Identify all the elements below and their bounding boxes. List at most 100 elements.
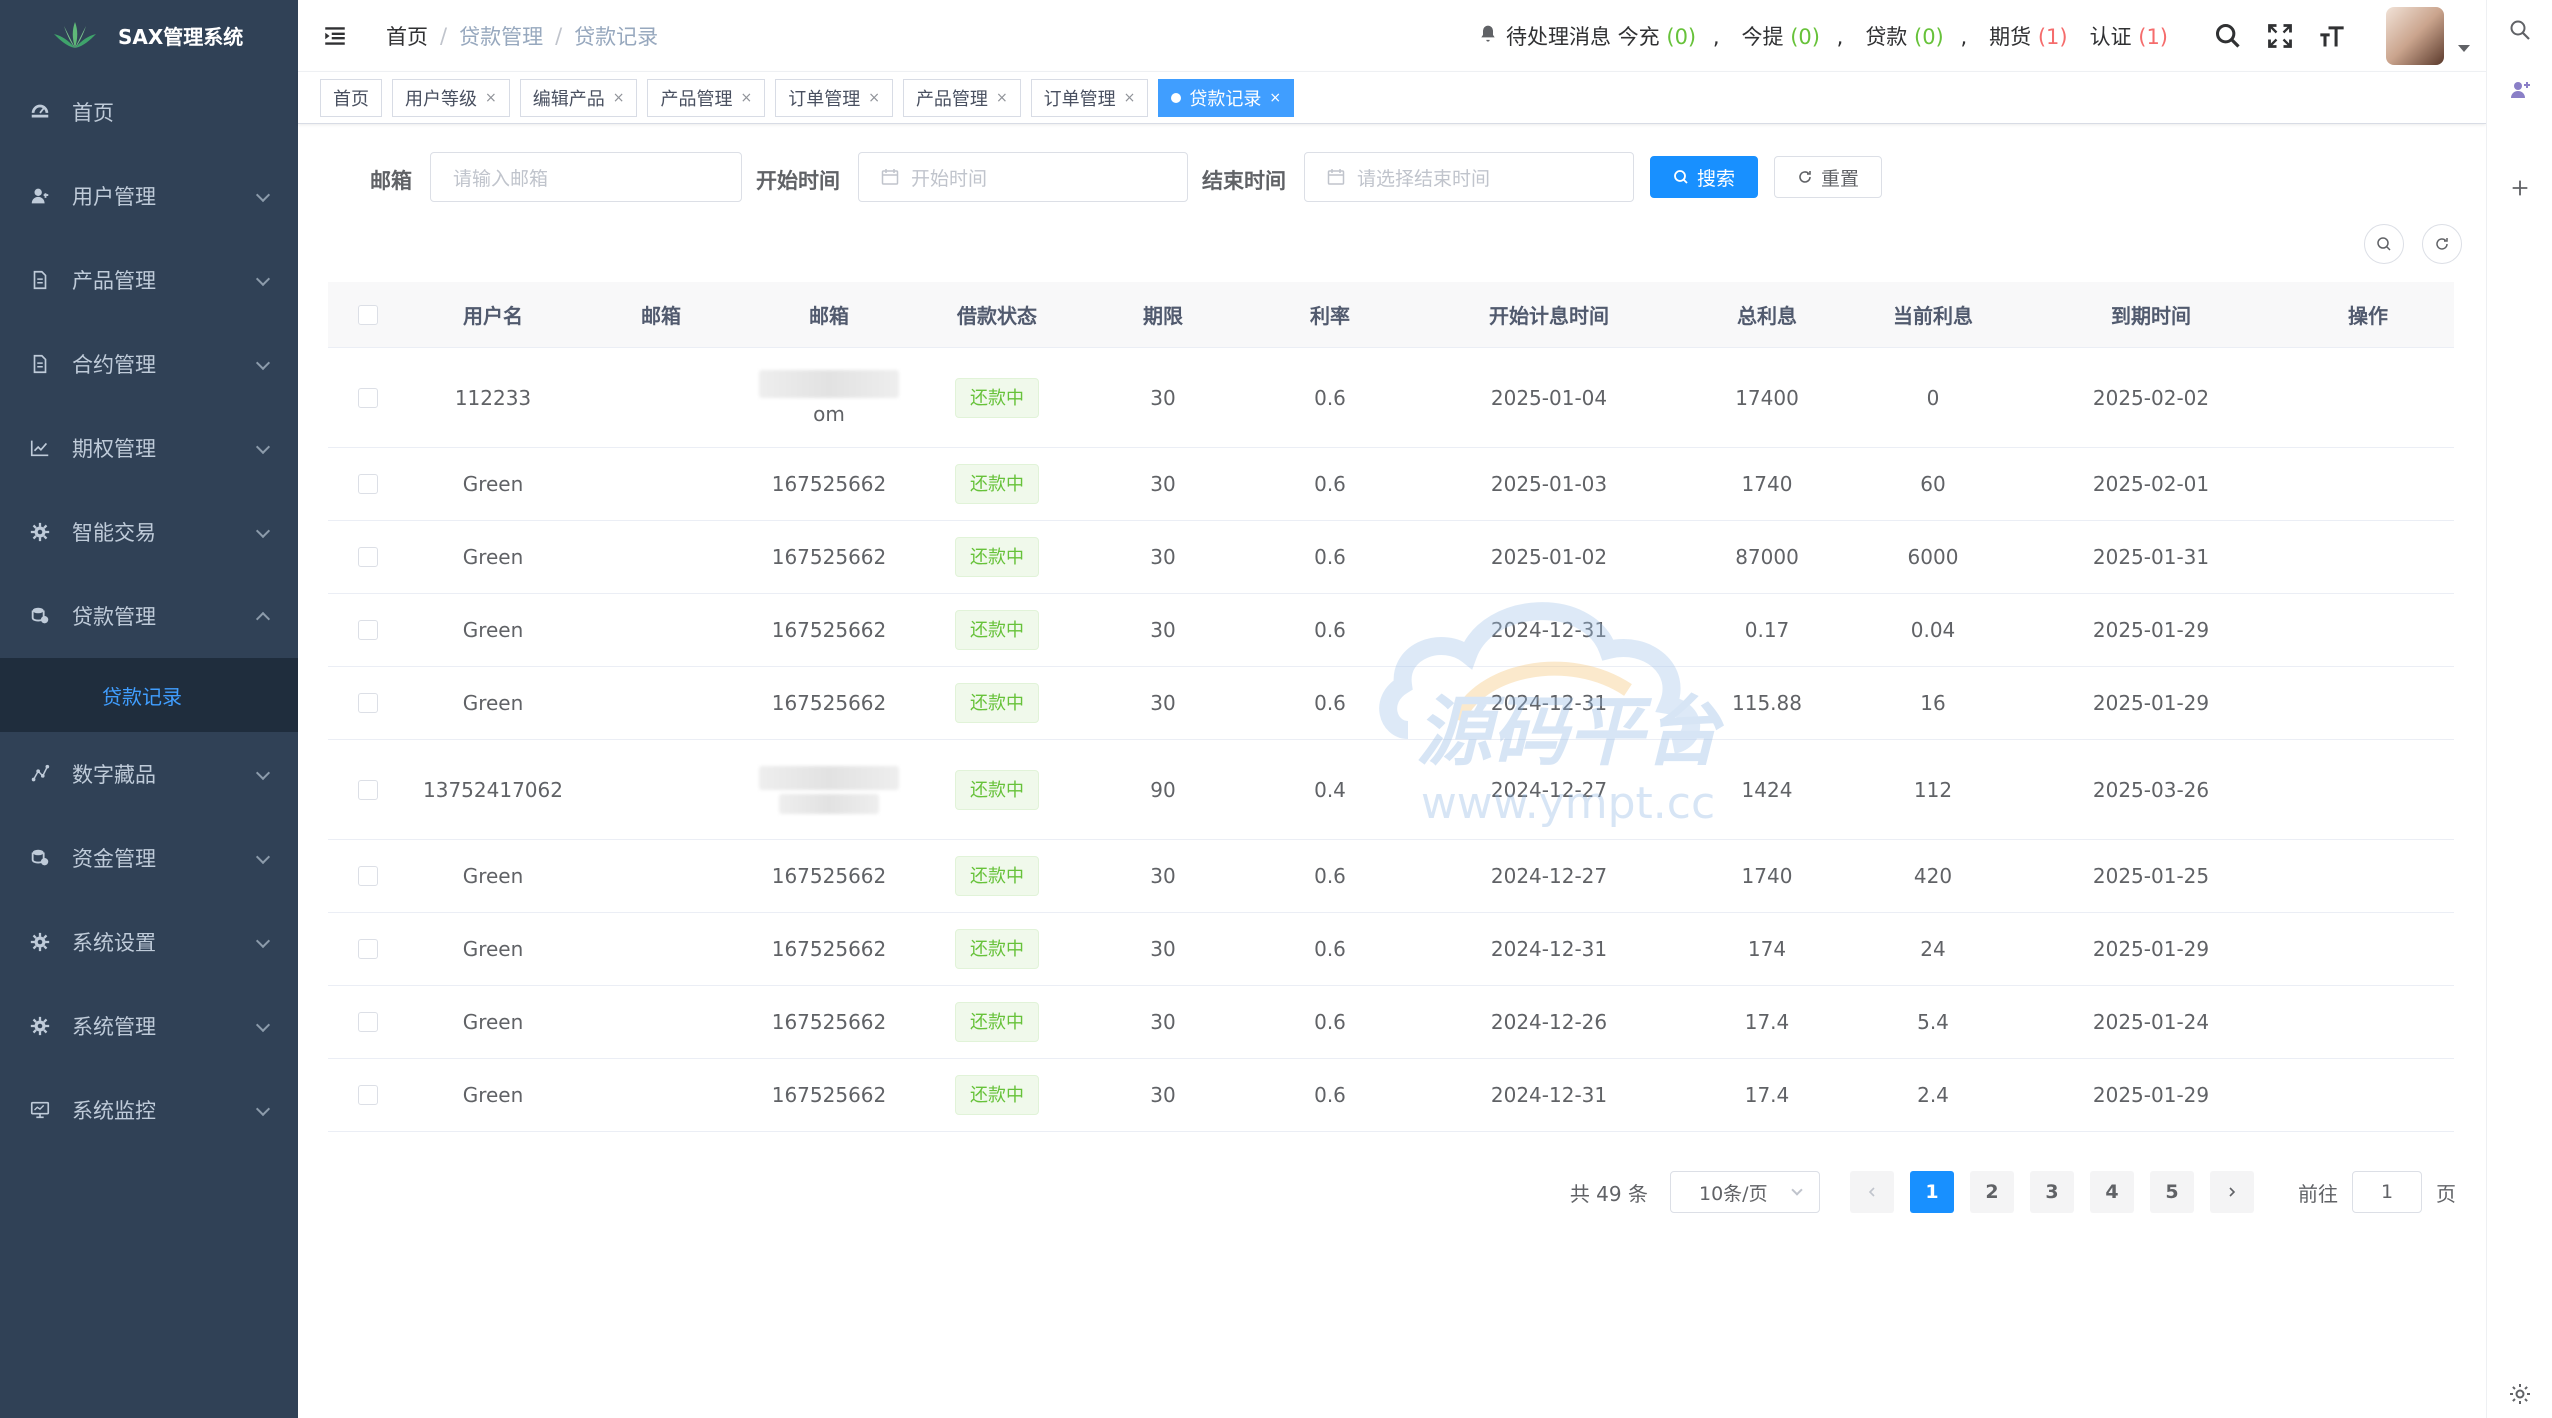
tag-5[interactable]: 产品管理 × [902,78,1021,117]
goto-page-input[interactable]: 1 [2352,1171,2422,1213]
active-dot [1171,92,1182,103]
sidebar-item[interactable]: 系统设置 [0,900,298,984]
start-time-input[interactable]: 开始时间 [858,152,1188,202]
end-time-cell: 2025-01-29 [2092,691,2210,715]
logo[interactable]: SAX管理系统 [0,0,298,70]
sidebar-item[interactable]: 合约管理 [0,322,298,406]
email-cell-text: 167525662 [771,472,887,496]
chevron-left-icon [1868,1187,1875,1197]
tag-0[interactable]: 首页 [320,78,382,117]
chevron-down-icon [255,849,271,865]
row-checkbox[interactable] [358,1012,378,1032]
term-cell: 30 [1150,1083,1176,1107]
tag-7[interactable]: 贷款记录 × [1158,78,1295,117]
font-size-icon[interactable] [2316,20,2348,52]
page-size-select[interactable]: 10条/页 [1670,1171,1820,1213]
next-page-button[interactable] [2210,1171,2254,1213]
row-checkbox[interactable] [358,693,378,713]
current-interest-cell: 0 [1926,385,1940,410]
page-button[interactable]: 5 [2150,1171,2194,1213]
message-counter[interactable]: 待处理消息 今充 (0) , [1506,21,1720,51]
tag-4[interactable]: 订单管理 × [775,78,893,117]
start-time-placeholder: 开始时间 [911,167,988,190]
end-time-input[interactable]: 请选择结束时间 [1304,152,1634,202]
user-add-icon[interactable] [2506,76,2534,104]
search-icon[interactable] [2506,16,2534,44]
main-area: 首页 / 贷款管理 / 贷款记录 待处理消息 今充 (0) , 今提 (0) ,贷… [298,0,2486,1418]
tag-2[interactable]: 编辑产品 × [519,78,638,117]
message-counter[interactable]: 认证 (1) [2090,21,2168,51]
prev-page-button[interactable] [1850,1171,1894,1213]
select-all-checkbox[interactable] [358,304,378,325]
row-checkbox[interactable] [358,620,378,640]
close-icon[interactable]: × [996,90,1008,106]
rate-cell: 0.4 [1314,777,1346,802]
monitor-icon [28,1098,52,1122]
row-checkbox[interactable] [358,939,378,959]
chevron-down-icon [255,765,271,781]
page-button[interactable]: 4 [2090,1171,2134,1213]
tag-label: 首页 [333,88,369,110]
breadcrumb-loan-management[interactable]: 贷款管理 [459,21,543,51]
search-icon [1674,170,1688,184]
close-icon[interactable]: × [613,90,625,106]
row-checkbox[interactable] [358,779,378,800]
search-button[interactable]: 搜索 [1650,156,1758,198]
close-icon[interactable]: × [868,90,880,106]
search-icon[interactable] [2212,20,2244,52]
sidebar-item[interactable]: 产品管理 [0,238,298,322]
tag-1[interactable]: 用户等级 × [392,78,510,117]
page-button[interactable]: 2 [1970,1171,2014,1213]
toggle-search-button[interactable] [2364,224,2404,264]
sidebar-item[interactable]: 首页 [0,70,298,154]
total-count: 共 49 条 [1569,1181,1648,1206]
rate-cell: 0.6 [1314,472,1346,496]
row-checkbox[interactable] [358,866,378,886]
page-button[interactable]: 3 [2030,1171,2074,1213]
status-cell: 还款中 [914,537,1080,577]
row-checkbox[interactable] [358,1085,378,1105]
tag-3[interactable]: 产品管理 × [647,78,766,117]
masked-email [759,765,899,790]
email-cell-text: 167525662 [771,864,887,888]
sidebar-subitem-loan-records[interactable]: 贷款记录 [0,658,298,732]
page-button[interactable]: 1 [1910,1171,1954,1213]
sidebar-item[interactable]: 智能交易 [0,490,298,574]
sidebar-item-label: 贷款管理 [72,605,156,629]
sidebar-item[interactable]: 贷款管理 [0,574,298,658]
reset-button[interactable]: 重置 [1774,156,1882,198]
email-input[interactable]: 请输入邮箱 [430,152,742,202]
close-icon[interactable]: × [1124,90,1136,106]
avatar[interactable] [2386,7,2444,65]
close-icon[interactable]: × [485,90,497,106]
fullscreen-icon[interactable] [2264,20,2296,52]
hamburger-icon[interactable] [320,21,350,51]
row-checkbox[interactable] [358,387,378,408]
term-cell: 30 [1150,937,1176,961]
chevron-right-icon [2229,1187,2236,1197]
document-icon [28,352,52,376]
message-counter[interactable]: 今提 (0) , [1742,21,1844,51]
breadcrumb-home[interactable]: 首页 [386,21,428,51]
sidebar-item[interactable]: 期权管理 [0,406,298,490]
pending-messages[interactable]: 待处理消息 今充 (0) , 今提 (0) , 贷款 (0) , 期货 (1) 认证 (… [1478,21,2168,51]
message-counter[interactable]: 贷款 (0) , [1865,21,1967,51]
row-checkbox[interactable] [358,474,378,494]
row-checkbox[interactable] [358,547,378,567]
column-header: 用户名 [463,304,523,328]
close-icon[interactable]: × [1269,90,1281,106]
refresh-button[interactable] [2422,224,2462,264]
sidebar-item[interactable]: 资金管理 [0,816,298,900]
caret-down-icon[interactable] [2458,44,2470,52]
table-body: 112233 om 还款中 30 0.6 2025-01-04 17400 0 2025-02-… [328,348,2454,1132]
plus-icon[interactable] [2506,174,2534,202]
gear-icon[interactable] [2506,1380,2534,1408]
sidebar-item[interactable]: 系统监控 [0,1068,298,1152]
sidebar-item[interactable]: 数字藏品 [0,732,298,816]
tag-6[interactable]: 订单管理 × [1030,78,1149,117]
row-select-cell [328,693,408,713]
message-counter[interactable]: 期货 (1) [1989,21,2067,51]
sidebar-item[interactable]: 系统管理 [0,984,298,1068]
sidebar-item[interactable]: 用户管理 [0,154,298,238]
close-icon[interactable]: × [740,90,752,106]
